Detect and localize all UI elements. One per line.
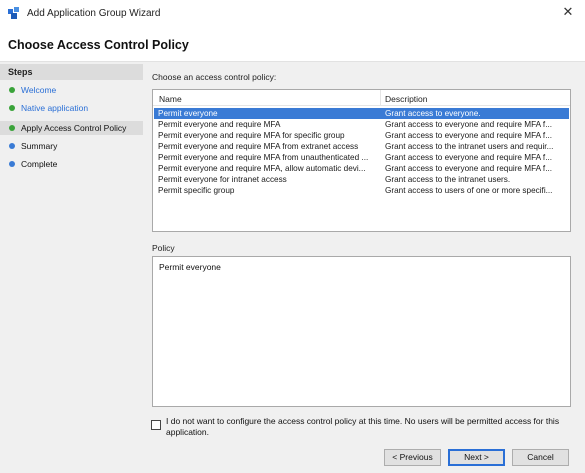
step-pending-icon [9, 143, 15, 149]
app-icon [8, 7, 19, 19]
row-description: Grant access to everyone and require MFA… [385, 119, 553, 129]
row-description: Grant access to everyone and require MFA… [385, 152, 553, 162]
policy-details: Permit everyone [152, 256, 571, 407]
policy-list[interactable]: Name Description Permit everyone Grant a… [152, 89, 571, 232]
list-row[interactable]: Permit everyone and require MFA, allow a… [154, 163, 569, 174]
title-bar: Add Application Group Wizard ✕ [0, 0, 585, 26]
main-panel: Choose an access control policy: Name De… [146, 62, 585, 473]
steps-header: Steps [0, 64, 143, 80]
step-apply-access-control-policy: Apply Access Control Policy [0, 121, 143, 135]
row-name: Permit everyone and require MFA from una… [158, 152, 369, 162]
list-row[interactable]: Permit everyone Grant access to everyone… [154, 108, 569, 119]
row-description: Grant access to everyone and require MFA… [385, 130, 553, 140]
step-done-icon [9, 87, 15, 93]
list-row[interactable]: Permit everyone for intranet access Gran… [154, 174, 569, 185]
step-done-icon [9, 105, 15, 111]
list-header: Name Description [153, 90, 570, 106]
row-name: Permit everyone and require MFA [158, 119, 281, 129]
cancel-button[interactable]: Cancel [512, 449, 569, 466]
row-description: Grant access to the intranet users. [385, 174, 511, 184]
step-pending-icon [9, 161, 15, 167]
row-name: Permit everyone and require MFA from ext… [158, 141, 359, 151]
row-name: Permit everyone and require MFA for spec… [158, 130, 345, 140]
list-row[interactable]: Permit specific group Grant access to us… [154, 185, 569, 196]
list-row[interactable]: Permit everyone and require MFA Grant ac… [154, 119, 569, 130]
column-header-description[interactable]: Description [385, 94, 428, 104]
policy-label: Policy [152, 243, 175, 253]
column-divider[interactable] [380, 90, 381, 106]
policy-list-label: Choose an access control policy: [152, 72, 277, 82]
page-title: Choose Access Control Policy [8, 38, 189, 52]
opt-out-label[interactable]: I do not want to configure the access co… [166, 416, 576, 437]
list-row[interactable]: Permit everyone and require MFA for spec… [154, 130, 569, 141]
row-name: Permit everyone and require MFA, allow a… [158, 163, 366, 173]
row-description: Grant access to everyone and require MFA… [385, 163, 553, 173]
steps-panel: Steps Welcome Native application Apply A… [0, 62, 143, 473]
steps-heading: Steps [8, 67, 33, 77]
list-row[interactable]: Permit everyone and require MFA from una… [154, 152, 569, 163]
row-name: Permit everyone for intranet access [158, 174, 287, 184]
next-button[interactable]: Next > [448, 449, 505, 466]
row-description: Grant access to everyone. [385, 108, 481, 118]
row-description: Grant access to the intranet users and r… [385, 141, 554, 151]
policy-text: Permit everyone [159, 262, 221, 272]
row-name: Permit everyone [158, 108, 218, 118]
list-row[interactable]: Permit everyone and require MFA from ext… [154, 141, 569, 152]
step-label: Summary [21, 141, 58, 151]
step-label: Apply Access Control Policy [21, 123, 127, 133]
previous-button[interactable]: < Previous [384, 449, 441, 466]
step-current-icon [9, 125, 15, 131]
wizard-header: Choose Access Control Policy [0, 26, 585, 62]
step-label: Native application [21, 103, 89, 113]
close-icon[interactable]: ✕ [560, 4, 576, 20]
wizard-body: Steps Welcome Native application Apply A… [0, 62, 585, 473]
row-name: Permit specific group [158, 185, 235, 195]
opt-out-checkbox[interactable] [151, 420, 161, 430]
step-label: Complete [21, 159, 58, 169]
step-label: Welcome [21, 85, 57, 95]
row-description: Grant access to users of one or more spe… [385, 185, 553, 195]
column-header-name[interactable]: Name [159, 94, 182, 104]
window-title: Add Application Group Wizard [27, 8, 161, 19]
